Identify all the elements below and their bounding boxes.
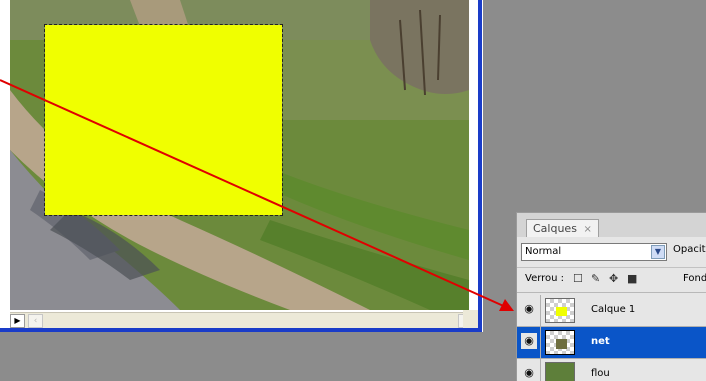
yellow-selection[interactable] [44,24,283,216]
layer-row[interactable]: ◉ Calque 1 [517,295,706,327]
divider [540,327,541,359]
document-window: ▶ ‹ › [0,0,483,332]
panel-tab-strip: Calques × [517,213,706,237]
resize-grip[interactable] [463,310,478,328]
tab-label: Calques [533,222,577,235]
chevron-down-icon[interactable]: ▼ [651,245,665,259]
window-border [478,0,482,332]
layer-name[interactable]: Calque 1 [591,304,635,315]
layer-thumbnail [545,362,575,381]
fill-label: Fond [683,273,706,284]
divider [540,295,541,327]
tab-calques[interactable]: Calques × [526,219,599,237]
lock-transparency-icon[interactable]: ☐ [573,273,583,285]
scroll-right-icon[interactable]: ▶ [10,314,25,328]
padlock-icon[interactable]: ■ [627,273,637,285]
layer-name[interactable]: flou [591,368,610,379]
blend-mode-select[interactable]: Normal ▼ [521,243,667,261]
scroll-left-icon[interactable]: ‹ [28,314,43,328]
lock-row: Verrou : ☐ ✎ ✥ ■ Fond [517,267,706,293]
divider [540,359,541,381]
opacity-label: Opacité [673,244,706,255]
brush-icon[interactable]: ✎ [591,273,600,285]
window-border-bottom [0,328,482,332]
horizontal-scrollbar[interactable]: ▶ ‹ › [10,312,478,329]
eye-icon[interactable]: ◉ [521,365,537,381]
move-icon[interactable]: ✥ [609,273,618,285]
layer-thumbnail [545,298,575,323]
layers-panel: Calques × Normal ▼ Opacité Verrou : ☐ ✎ … [516,212,706,381]
eye-icon[interactable]: ◉ [521,301,537,317]
blend-mode-value: Normal [525,246,562,257]
layer-name[interactable]: net [591,336,610,347]
layer-row[interactable]: ◉ flou [517,359,706,381]
close-icon[interactable]: × [583,224,591,235]
layer-row-selected[interactable]: ◉ net [517,327,706,359]
eye-icon[interactable]: ◉ [521,333,537,349]
layer-thumbnail [545,330,575,355]
lock-label: Verrou : [525,273,565,284]
